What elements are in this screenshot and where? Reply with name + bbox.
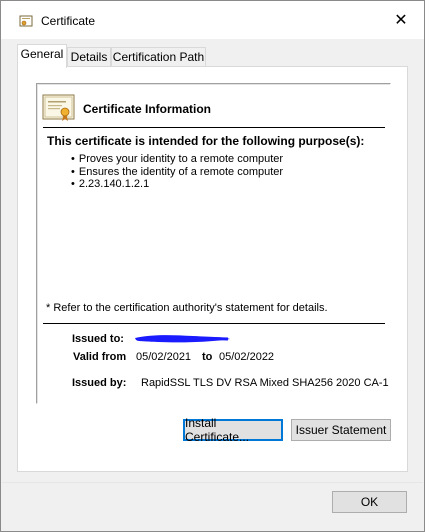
title-bar: Certificate ✕ [1, 1, 424, 39]
tab-details[interactable]: Details [67, 47, 111, 67]
valid-from-label: Valid from [73, 351, 127, 363]
purpose-item: Proves your identity to a remote compute… [71, 153, 283, 166]
ok-button[interactable]: OK [332, 491, 407, 513]
divider-top [43, 127, 385, 128]
install-certificate-label: Install Certificate... [185, 416, 250, 444]
issued-to-label: Issued to: [72, 333, 124, 345]
tab-certification-path-label: Certification Path [112, 50, 205, 64]
refer-note: * Refer to the certification authority's… [46, 302, 328, 314]
close-icon: ✕ [394, 12, 408, 29]
certificate-dialog: Certificate ✕ General Details Certificat… [0, 0, 425, 532]
purpose-item: Ensures the identity of a remote compute… [71, 166, 283, 179]
valid-to-value: 05/02/2022 [219, 351, 275, 363]
valid-to-label: to [202, 351, 213, 363]
install-certificate-button[interactable]: Install Certificate... [183, 416, 283, 444]
purpose-item: 2.23.140.1.2.1 [71, 178, 283, 191]
issued-by-label: Issued by: [72, 377, 127, 389]
tab-details-label: Details [70, 50, 108, 64]
tab-general[interactable]: General [17, 44, 67, 68]
tab-certification-path[interactable]: Certification Path [111, 47, 206, 67]
issuer-statement-button[interactable]: Issuer Statement [291, 419, 391, 441]
certificate-icon [19, 15, 33, 27]
info-heading: Certificate Information [83, 102, 212, 116]
footer-separator [2, 482, 423, 483]
redaction-scribble [135, 335, 230, 343]
general-tab-panel: Certificate Information This certificate… [17, 66, 408, 472]
valid-from-value: 05/02/2021 [136, 351, 192, 363]
issued-by-value: RapidSSL TLS DV RSA Mixed SHA256 2020 CA… [141, 377, 389, 389]
ok-label: OK [360, 495, 379, 509]
issuer-statement-label: Issuer Statement [295, 423, 387, 437]
purpose-list: Proves your identity to a remote compute… [71, 153, 283, 191]
tab-general-label: General [20, 47, 64, 61]
close-button[interactable]: ✕ [378, 1, 424, 39]
purpose-heading: This certificate is intended for the fol… [47, 134, 365, 148]
certificate-large-icon [42, 94, 75, 121]
divider-bottom [43, 323, 385, 324]
window-title: Certificate [41, 14, 96, 28]
